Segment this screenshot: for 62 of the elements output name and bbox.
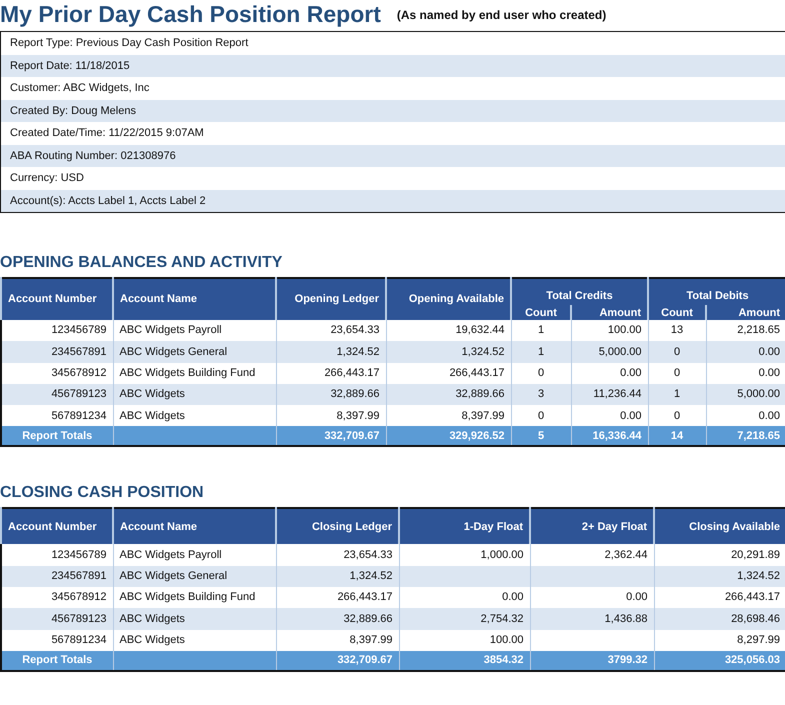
column-header: Account Name bbox=[113, 278, 276, 320]
totals-cell: 7,218.65 bbox=[706, 426, 785, 446]
info-line: Customer: ABC Widgets, Inc bbox=[9, 81, 150, 96]
column-header: Total Credits bbox=[511, 278, 648, 305]
table-cell: 1,324.52 bbox=[276, 341, 386, 363]
table-cell: ABC Widgets General bbox=[113, 566, 276, 588]
info-line: Report Type: Previous Day Cash Position Report bbox=[9, 36, 250, 51]
table-cell: ABC Widgets bbox=[113, 608, 276, 630]
table-cell: 456789123 bbox=[1, 608, 113, 630]
column-header: Amount bbox=[706, 305, 785, 320]
column-header: Account Number bbox=[1, 508, 113, 544]
table-cell: 5,000.00 bbox=[706, 384, 785, 406]
table-cell: 32,889.66 bbox=[386, 384, 511, 406]
totals-cell: 5 bbox=[511, 426, 571, 446]
totals-cell: 332,709.67 bbox=[276, 650, 399, 671]
totals-cell: 14 bbox=[648, 426, 706, 446]
column-header: Total Debits bbox=[648, 278, 785, 305]
section-heading: OPENING BALANCES AND ACTIVITY bbox=[0, 253, 284, 273]
table-cell: 0 bbox=[648, 341, 706, 363]
table-cell: 1,324.52 bbox=[386, 341, 511, 363]
table-cell: 234567891 bbox=[1, 566, 113, 588]
column-header: Count bbox=[511, 305, 571, 320]
table-cell: 2,754.32 bbox=[399, 608, 530, 630]
table-cell: 1 bbox=[648, 384, 706, 406]
info-line: Created Date/Time: 11/22/2015 9:07AM bbox=[9, 126, 205, 141]
table-cell: ABC Widgets General bbox=[113, 341, 276, 363]
column-header: Opening Available bbox=[386, 278, 511, 320]
column-header: Account Name bbox=[113, 508, 276, 544]
table-cell: 1,436.88 bbox=[530, 608, 654, 630]
totals-cell: Report Totals bbox=[1, 426, 113, 446]
totals-cell: Report Totals bbox=[1, 650, 113, 671]
table-cell: 11,236.44 bbox=[571, 384, 648, 406]
column-header: 2+ Day Float bbox=[530, 508, 654, 544]
table-cell: 0.00 bbox=[706, 341, 785, 363]
column-header: Amount bbox=[571, 305, 648, 320]
section-heading: CLOSING CASH POSITION bbox=[0, 483, 205, 504]
totals-cell: 332,709.67 bbox=[276, 426, 386, 446]
info-line: Currency: USD bbox=[9, 171, 85, 186]
table-cell: 28,698.46 bbox=[654, 608, 785, 630]
column-header: Account Number bbox=[1, 278, 113, 320]
totals-cell: 16,336.44 bbox=[571, 426, 648, 446]
totals-cell: 329,926.52 bbox=[386, 426, 511, 446]
table-cell: 1 bbox=[511, 341, 571, 363]
table-cell: 5,000.00 bbox=[571, 341, 648, 363]
column-header: Opening Ledger bbox=[276, 278, 386, 320]
column-header: Closing Available bbox=[654, 508, 785, 544]
table-cell: ABC Widgets bbox=[113, 384, 276, 406]
table-cell: 456789123 bbox=[1, 384, 113, 406]
table-cell: 3 bbox=[511, 384, 571, 406]
title-note: (As named by end user who created) bbox=[396, 7, 606, 24]
report-title: My Prior Day Cash Position Report bbox=[0, 0, 381, 28]
table-cell: 32,889.66 bbox=[276, 384, 386, 406]
table-cell: 32,889.66 bbox=[276, 608, 399, 630]
column-header: 1-Day Float bbox=[399, 508, 530, 544]
totals-cell: 3799.32 bbox=[530, 650, 654, 671]
table-cell: 1,324.52 bbox=[654, 566, 785, 588]
column-header: Closing Ledger bbox=[276, 508, 399, 544]
totals-cell: 325,056.03 bbox=[654, 650, 785, 671]
column-header: Count bbox=[648, 305, 706, 320]
totals-cell: 3854.32 bbox=[399, 650, 530, 671]
table-cell: 234567891 bbox=[1, 341, 113, 363]
table-cell: 1,324.52 bbox=[276, 566, 399, 588]
